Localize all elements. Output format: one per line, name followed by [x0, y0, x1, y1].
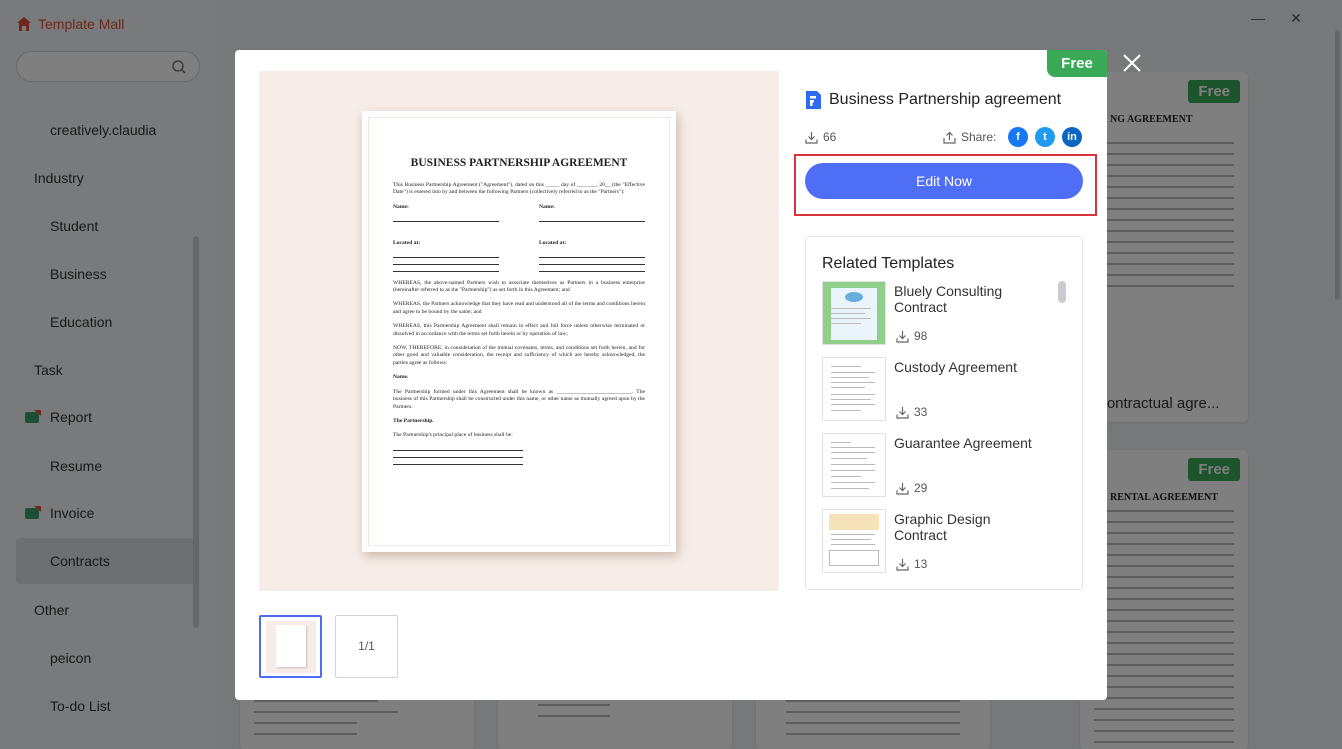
related-templates-heading: Related Templates [822, 255, 955, 272]
located-label: Located at: [539, 240, 567, 247]
template-info: Business Partnership agreement 66 Share:… [805, 90, 1083, 147]
page-indicator: 1/1 [335, 615, 398, 678]
whereas-1: WHEREAS, the above-named Partners wish t… [393, 279, 645, 294]
related-template-item[interactable]: Graphic Design Contract 13 [822, 509, 1062, 573]
template-detail-modal: Free BUSINESS PARTNERSHIP AGREEMENT This… [235, 50, 1107, 700]
document-app-icon [806, 91, 821, 109]
related-downloads: 98 [896, 329, 927, 343]
document-intro: This Business Partnership Agreement ("Ag… [393, 182, 645, 196]
related-thumbnail [822, 433, 886, 497]
download-icon [896, 406, 909, 419]
related-name: Graphic Design Contract [894, 511, 991, 543]
download-icon [896, 330, 909, 343]
linkedin-share-icon[interactable]: in [1062, 127, 1082, 147]
partnership-section: The Partnership. [393, 417, 434, 424]
whereas-2: WHEREAS, the Partners acknowledge that t… [393, 301, 645, 315]
located-label: Located at: [393, 240, 421, 247]
name-paragraph: The Partnership formed under this Agreem… [393, 388, 645, 410]
download-icon [896, 482, 909, 495]
template-title: Business Partnership agreement [829, 91, 1062, 108]
related-downloads: 13 [896, 557, 927, 571]
name-label: Name: [539, 203, 555, 210]
related-thumbnail [822, 509, 886, 573]
related-template-item[interactable]: Custody Agreement 33 [822, 357, 1062, 421]
name-section: Name. [393, 374, 409, 381]
share-icon [943, 131, 956, 144]
now-therefore: NOW, THEREFORE, in consideration of the … [393, 345, 645, 366]
document-page: BUSINESS PARTNERSHIP AGREEMENT This Busi… [362, 111, 676, 552]
share-group: Share: [943, 130, 996, 144]
related-thumbnail [822, 357, 886, 421]
close-icon[interactable] [1120, 51, 1144, 75]
related-name: Bluely Consulting Contract [894, 283, 1003, 315]
download-icon [805, 131, 818, 144]
related-thumbnail [822, 281, 886, 345]
whereas-3: WHEREAS, this Partnership Agreement shal… [393, 323, 645, 337]
name-label: Name: [393, 203, 409, 210]
facebook-share-icon[interactable]: f [1008, 127, 1028, 147]
related-templates-panel: Related Templates Bluely Consulting Cont… [805, 236, 1083, 590]
document-preview: BUSINESS PARTNERSHIP AGREEMENT This Busi… [259, 71, 779, 591]
download-count: 66 [805, 130, 836, 144]
related-downloads: 29 [896, 481, 927, 495]
page-thumbnail[interactable] [259, 615, 322, 678]
related-name: Custody Agreement [894, 359, 1017, 375]
related-template-item[interactable]: Guarantee Agreement 29 [822, 433, 1062, 497]
download-icon [896, 558, 909, 571]
related-name: Guarantee Agreement [894, 435, 1032, 451]
related-template-item[interactable]: Bluely Consulting Contract 98 [822, 281, 1062, 345]
partnership-paragraph: The Partnership's principal place of bus… [393, 432, 513, 439]
document-title: BUSINESS PARTNERSHIP AGREEMENT [410, 157, 628, 169]
edit-now-button[interactable]: Edit Now [805, 163, 1083, 199]
twitter-share-icon[interactable]: t [1035, 127, 1055, 147]
related-downloads: 33 [896, 405, 927, 419]
free-badge: Free [1047, 50, 1107, 77]
related-scrollbar[interactable] [1058, 281, 1066, 303]
